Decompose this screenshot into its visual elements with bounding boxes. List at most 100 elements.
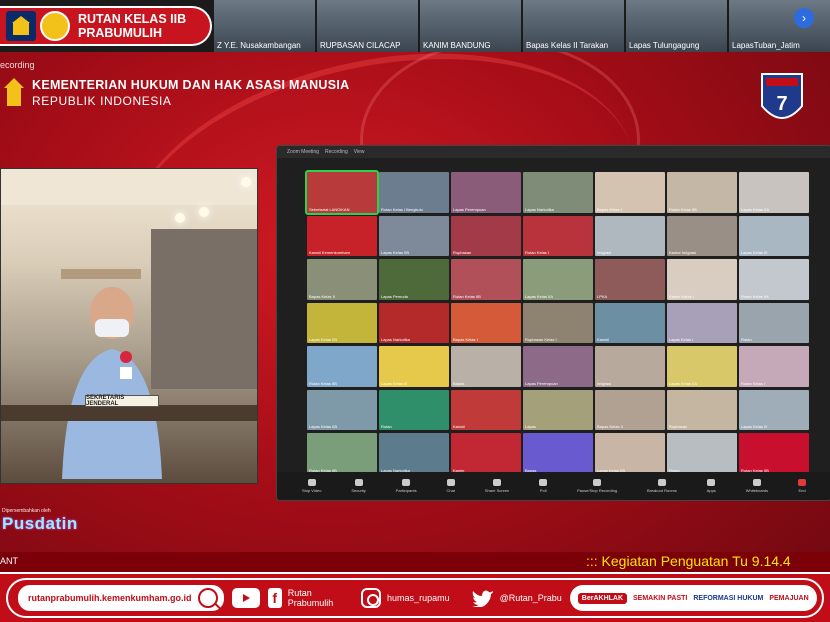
- participant-tile[interactable]: Rutan Kelas IIB: [307, 346, 377, 387]
- zoom-control-whiteboards[interactable]: Whiteboards: [746, 479, 768, 493]
- top-thumbnail[interactable]: KANIM BANDUNG: [420, 0, 521, 52]
- participant-tile[interactable]: Rupbasan: [667, 389, 737, 430]
- participant-tile[interactable]: Kanim: [451, 433, 521, 474]
- participant-tile[interactable]: Rutan Kelas IIA: [739, 259, 809, 300]
- participant-tile[interactable]: Rutan Kelas I: [523, 215, 593, 256]
- participant-name: Lapas Narkotika: [381, 337, 410, 342]
- zoom-control-poll[interactable]: Poll: [539, 479, 548, 493]
- participant-tile[interactable]: Rutan Kelas IIB: [667, 172, 737, 213]
- top-thumbnail-label: KANIM BANDUNG: [423, 41, 491, 50]
- participant-tile[interactable]: Bapas Kelas II: [307, 259, 377, 300]
- participant-tile[interactable]: Rutan Kelas IIB: [451, 259, 521, 300]
- participant-tile[interactable]: Lapas: [523, 389, 593, 430]
- participant-tile[interactable]: Lapas Kelas III: [379, 346, 449, 387]
- ministry-name: KEMENTERIAN HUKUM DAN HAK ASASI MANUSIA: [32, 78, 350, 92]
- ministry-title: KEMENTERIAN HUKUM DAN HAK ASASI MANUSIA …: [4, 78, 350, 108]
- participant-tile[interactable]: Lapas Kelas IIB: [307, 302, 377, 343]
- next-page-icon[interactable]: ›: [794, 8, 814, 28]
- participant-tile[interactable]: Rupbasan: [451, 215, 521, 256]
- participant-tile[interactable]: Rutan: [667, 433, 737, 474]
- zoom-control-participants[interactable]: Participants: [396, 479, 417, 493]
- zoom-titlebar: Zoom Meeting Recording View: [277, 146, 830, 158]
- zoom-view-menu[interactable]: View: [354, 149, 365, 155]
- participant-tile[interactable]: Bapas Kelas I: [451, 302, 521, 343]
- participant-name: Lapas Kelas III: [741, 424, 768, 429]
- participant-tile[interactable]: Kanwil: [595, 302, 665, 343]
- top-thumbnail-label: Z Y.E. Nusakambangan: [217, 41, 301, 50]
- participant-tile[interactable]: Rutan: [379, 389, 449, 430]
- participant-tile[interactable]: Kanim Kelas I: [667, 259, 737, 300]
- zoom-control-end[interactable]: End: [798, 479, 807, 493]
- participant-tile[interactable]: Lapas Kelas III: [739, 215, 809, 256]
- twitter-handle: @Rutan_Prabu: [499, 593, 562, 603]
- participant-tile[interactable]: Rutan Kelas IIB: [307, 433, 377, 474]
- website-link[interactable]: rutanprabumulih.kemenkumham.go.id: [18, 585, 224, 611]
- participant-tile[interactable]: Lapas Kelas IIB: [307, 389, 377, 430]
- participant-tile[interactable]: Sekretariat LANDIKAN: [305, 170, 379, 215]
- youtube-link[interactable]: [231, 588, 260, 608]
- participant-tile[interactable]: Rutan Kelas IIB: [739, 433, 809, 474]
- control-icon: [593, 479, 602, 486]
- top-thumbnail[interactable]: Lapas Tulungagung: [626, 0, 727, 52]
- nameplate: SEKRETARIS JENDERAL: [85, 395, 159, 407]
- participant-tile[interactable]: Bapas Kelas I: [595, 172, 665, 213]
- control-icon: [354, 479, 363, 486]
- participant-tile[interactable]: LPKA: [595, 259, 665, 300]
- pusdatin-logo: Dipersembahkan oleh Pusdatin: [2, 508, 78, 534]
- participant-tile[interactable]: Kantor Imigrasi: [667, 215, 737, 256]
- participant-name: Kanwil: [597, 337, 609, 342]
- participant-tile[interactable]: Rupbasan Kelas I: [523, 302, 593, 343]
- zoom-control-stop-video[interactable]: Stop Video: [302, 479, 321, 493]
- zoom-control-breakout-rooms[interactable]: Breakout Rooms: [647, 479, 677, 493]
- zoom-control-chat[interactable]: Chat: [446, 479, 455, 493]
- participant-tile[interactable]: Lapas Kelas I: [667, 302, 737, 343]
- zoom-control-pause-stop-recording[interactable]: Pause/Stop Recording: [577, 479, 617, 493]
- control-label: End: [798, 488, 806, 493]
- participant-tile[interactable]: Lapas Perempuan: [451, 172, 521, 213]
- zoom-control-share-screen[interactable]: Share Screen: [485, 479, 509, 493]
- zoom-control-security[interactable]: Security: [351, 479, 366, 493]
- instagram-handle: humas_rupamu: [387, 593, 450, 603]
- participant-tile[interactable]: Lapas Kelas IIA: [739, 172, 809, 213]
- top-thumbnail[interactable]: Z Y.E. Nusakambangan: [214, 0, 315, 52]
- participant-tile[interactable]: Lapas Kelas III: [739, 389, 809, 430]
- participant-tile[interactable]: Rutan: [739, 302, 809, 343]
- instagram-link[interactable]: humas_rupamu: [361, 588, 450, 608]
- participant-name: Rutan Kelas IIB: [453, 293, 481, 299]
- participant-name: Lapas: [525, 424, 536, 429]
- ticker-left: ANT: [0, 556, 18, 566]
- participant-tile[interactable]: Lapas Narkotika: [379, 433, 449, 474]
- facebook-link[interactable]: f Rutan Prabumulih: [267, 588, 340, 608]
- participant-tile[interactable]: Imigrasi: [595, 346, 665, 387]
- badge-semakin-pasti: SEMAKIN PASTI: [633, 594, 688, 602]
- participant-tile[interactable]: Lapas Kelas IIB: [379, 215, 449, 256]
- participant-tile[interactable]: Lapas Kelas IIA: [523, 259, 593, 300]
- participant-tile[interactable]: Kanwil Kemenkumham: [307, 215, 377, 256]
- top-thumbnail[interactable]: Bapas Kelas II Tarakan: [523, 0, 624, 52]
- brand-line1: RUTAN KELAS IIB: [78, 12, 187, 26]
- participant-tile[interactable]: Imigrasi: [595, 215, 665, 256]
- top-thumbnail[interactable]: RUPBASAN CILACAP: [317, 0, 418, 52]
- participant-tile[interactable]: Bapas: [451, 346, 521, 387]
- participant-tile[interactable]: Rutan Kelas I: [739, 346, 809, 387]
- participant-tile[interactable]: Lapas Narkotika: [523, 172, 593, 213]
- participant-tile[interactable]: Lapas Kelas IIA: [667, 346, 737, 387]
- participant-tile[interactable]: Bapas Kelas II: [595, 389, 665, 430]
- participant-name: Rutan Kelas IIB: [309, 380, 337, 386]
- participant-tile[interactable]: Lapas Perempuan: [523, 346, 593, 387]
- zoom-meeting-window[interactable]: Zoom Meeting Recording View Sekretariat …: [276, 145, 830, 501]
- participant-tile[interactable]: Rutan Kelas I Bengkulu: [379, 172, 449, 213]
- zoom-control-apps[interactable]: Apps: [707, 479, 716, 493]
- participant-name: Lapas Narkotika: [525, 206, 554, 212]
- top-thumbnail-label: Bapas Kelas II Tarakan: [526, 41, 609, 50]
- zoom-title: Zoom Meeting: [287, 149, 319, 155]
- participant-tile[interactable]: Lapas Kelas IIB: [595, 433, 665, 474]
- participant-tile[interactable]: Lapas Narkotika: [379, 302, 449, 343]
- twitter-link[interactable]: @Rutan_Prabu: [471, 589, 562, 607]
- participant-tile[interactable]: Bapas: [523, 433, 593, 474]
- campaign-badges: BerAKHLAK SEMAKIN PASTI REFORMASI HUKUM …: [569, 585, 817, 611]
- participant-tile[interactable]: Lapas Pemuda: [379, 259, 449, 300]
- control-label: Breakout Rooms: [646, 488, 677, 493]
- participant-tile[interactable]: Kanwil: [451, 389, 521, 430]
- top-thumbnail[interactable]: LapasTuban_Jatim: [729, 0, 830, 52]
